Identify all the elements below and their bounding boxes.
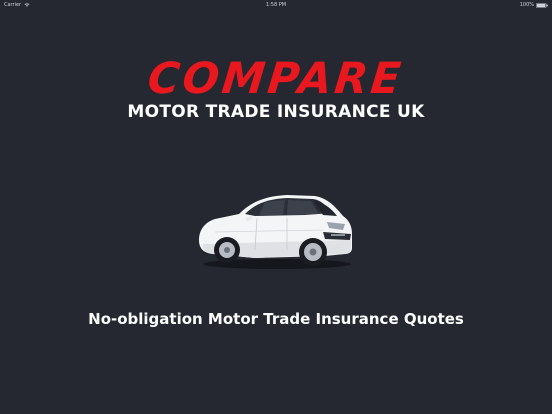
logo-subtitle: MOTOR TRADE INSURANCE UK (127, 102, 425, 122)
status-bar: Carrier 1:58 PM 100% (0, 0, 552, 10)
battery-icon (536, 2, 548, 8)
app-logo: COMPARE MOTOR TRADE INSURANCE UK (0, 54, 552, 122)
status-right: 100% (520, 2, 548, 8)
tagline: No-obligation Motor Trade Insurance Quot… (88, 310, 464, 328)
status-time: 1:58 PM (265, 2, 287, 8)
logo-brand-text: COMPARE (145, 54, 407, 104)
car-icon (199, 195, 352, 269)
battery-percent: 100% (519, 2, 534, 8)
